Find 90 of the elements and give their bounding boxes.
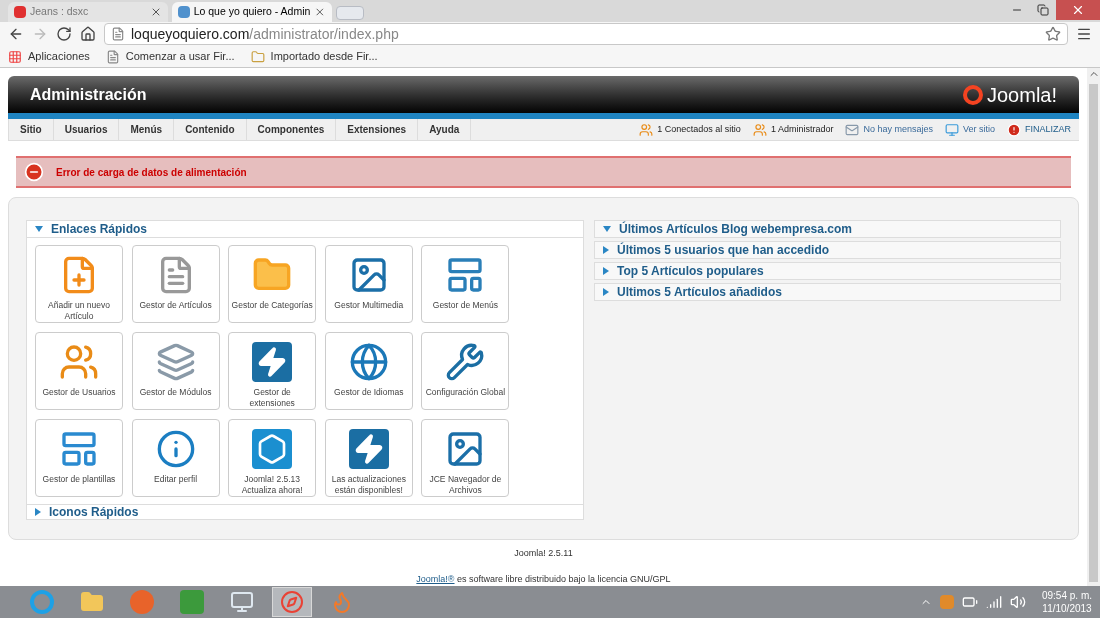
users-icon — [639, 122, 654, 137]
stack-icon — [155, 342, 196, 383]
menu-tab[interactable]: Contenido — [174, 119, 247, 140]
quick-link-tile[interactable]: Gestor de Menús — [421, 245, 510, 324]
address-bar[interactable]: loqueyoquiero.com/administrator/index.php — [104, 23, 1068, 45]
menu-tab[interactable]: Componentes — [246, 119, 337, 140]
panel-title: Ultimos 5 Artículos añadidos — [617, 284, 782, 302]
quick-link-tile[interactable]: Las actualizaciones están disponibles! — [324, 419, 413, 498]
alert-icon — [1007, 122, 1021, 137]
close-icon[interactable] — [150, 6, 162, 18]
status-link[interactable]: FINALIZAR — [1007, 122, 1071, 137]
restore-icon — [1037, 4, 1049, 16]
close-icon[interactable] — [314, 6, 326, 18]
joomla-link[interactable]: Joomla!® — [416, 573, 455, 584]
version-text: Joomla! 2.5.11 — [514, 547, 573, 560]
quick-link-tile[interactable]: Gestor de Artículos — [131, 245, 220, 324]
volume-icon[interactable] — [1009, 594, 1026, 610]
status-link[interactable]: 1 Conectados al sitio — [639, 122, 741, 137]
close-button[interactable] — [1056, 0, 1100, 20]
computer-icon — [230, 590, 254, 614]
menu-tab[interactable]: Extensiones — [336, 119, 419, 140]
lightning-icon — [252, 342, 293, 383]
quick-link-tile[interactable]: Gestor de Idiomas — [324, 332, 413, 411]
panel-title: Top 5 Artículos populares — [617, 263, 764, 281]
url-text: loqueyoquiero.com/administrator/index.php — [131, 24, 400, 44]
site-icon — [178, 6, 190, 18]
page-icon — [111, 27, 125, 41]
bookmark-link[interactable]: Comenzar a usar Fir... — [105, 48, 235, 65]
quick-link-tile[interactable]: Gestor de Categorías — [228, 245, 317, 324]
browser-tab[interactable]: Lo que yo quiero - Admin — [172, 2, 332, 22]
battery-icon[interactable] — [961, 594, 978, 610]
status-link[interactable]: No hay mensajes — [845, 122, 933, 137]
panel-header[interactable]: Últimos 5 usuarios que han accedido — [594, 241, 1061, 260]
status-link[interactable]: Ver sitio — [944, 122, 995, 137]
back-icon[interactable] — [8, 26, 24, 42]
panel-title: Últimos Artículos Blog webempresa.com — [619, 220, 852, 239]
scrollbar[interactable] — [1087, 68, 1100, 586]
bookmark-link[interactable]: Aplicaciones — [8, 48, 90, 65]
forward-icon[interactable] — [32, 26, 48, 42]
menu-tab[interactable]: Sitio — [8, 119, 54, 140]
quick-link-tile[interactable]: Gestor de plantillas — [35, 419, 123, 498]
panel-header[interactable]: Top 5 Artículos populares — [594, 262, 1061, 281]
panel-header[interactable]: Ultimos 5 Artículos añadidos — [594, 283, 1061, 302]
error-icon — [24, 162, 44, 183]
page-icon — [105, 49, 120, 64]
quick-link-tile[interactable]: Joomla! 2.5.13 Actualiza ahora! — [228, 419, 317, 498]
reload-icon[interactable] — [56, 26, 72, 42]
menu-icon[interactable] — [1076, 26, 1092, 42]
bookmark-link[interactable]: Importado desde Fir... — [250, 48, 378, 65]
joomla-logo: Joomla! — [962, 79, 1057, 110]
users-icon — [752, 122, 767, 137]
panel-header[interactable]: Iconos Rápidos — [26, 504, 584, 521]
wrench-icon — [445, 342, 486, 383]
bookmark-star-icon[interactable] — [1045, 26, 1061, 42]
tab-title: Jeans : dsxc — [30, 4, 90, 20]
folder-icon — [250, 49, 265, 64]
folder-icon — [80, 590, 104, 614]
quick-link-tile[interactable]: Editar perfil — [131, 419, 220, 498]
quick-link-tile[interactable]: Gestor Multimedia — [324, 245, 413, 324]
status-link[interactable]: 1 Administrador — [752, 122, 834, 137]
quick-link-tile[interactable]: Gestor de Módulos — [131, 332, 220, 411]
panel-title: Iconos Rápidos — [49, 504, 139, 522]
apps-icon — [8, 49, 22, 64]
panel-header[interactable]: Últimos Artículos Blog webempresa.com — [594, 220, 1061, 239]
menu-tab[interactable]: Menús — [119, 119, 175, 140]
panel-title: Últimos 5 usuarios que han accedido — [617, 241, 830, 260]
quick-link-tile[interactable]: Añadir un nuevo Artículo — [35, 245, 123, 324]
browser-tab[interactable]: Jeans : dsxc — [8, 2, 168, 22]
home-icon[interactable] — [80, 26, 96, 42]
menu-tab[interactable]: Usuarios — [53, 119, 120, 140]
header-title: Administración — [30, 84, 147, 105]
screen-icon — [944, 122, 959, 137]
tab-title: Lo que yo quiero - Admin — [193, 4, 311, 20]
menu-tab[interactable]: Ayuda — [418, 119, 472, 140]
panel-header[interactable]: Enlaces Rápidos — [26, 220, 584, 239]
info-icon — [155, 429, 196, 470]
globe-icon — [348, 342, 389, 383]
new-tab-button[interactable] — [336, 6, 364, 20]
alert-message: Error de carga de datos de alimentación — [56, 165, 247, 180]
license-text: Joomla!® es software libre distribuido bajo la licencia GNU/GPL — [416, 572, 671, 586]
panel-title: Enlaces Rápidos — [51, 221, 148, 239]
site-icon — [14, 6, 26, 18]
quick-link-tile[interactable]: Gestor de extensiones — [228, 332, 317, 411]
taskbar-app[interactable] — [272, 587, 312, 617]
signal-icon[interactable] — [985, 594, 1002, 610]
quick-link-tile[interactable]: JCE Navegador de Archivos — [421, 419, 510, 498]
close-icon — [1071, 3, 1085, 17]
quick-link-tile[interactable]: Configuración Global — [421, 332, 510, 411]
mail-icon — [845, 122, 860, 137]
quick-link-tile[interactable]: Gestor de Usuarios — [35, 332, 123, 411]
